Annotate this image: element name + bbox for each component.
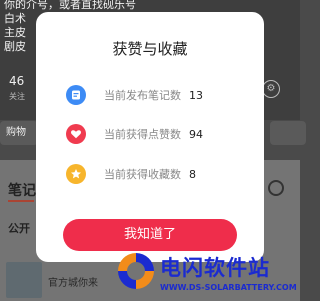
gear-icon[interactable]: ⚙	[262, 80, 280, 98]
likes-count-value: 94	[189, 127, 203, 141]
collections-count-value: 8	[189, 167, 196, 181]
got-it-button[interactable]: 我知道了	[63, 219, 237, 251]
star-icon	[66, 164, 86, 184]
watermark-url: WWW.DS-SOLARBATTERY.COM	[160, 283, 297, 292]
followers-count: 46	[9, 74, 25, 88]
likes-and-collections-dialog: 获赞与收藏 当前发布笔记数 13 当前获得点赞数 94 当前获得收藏数 8 我知…	[36, 12, 264, 262]
notes-count-label: 当前发布笔记数	[104, 89, 181, 102]
collections-count-label: 当前获得收藏数	[104, 168, 181, 181]
dialog-title: 获赞与收藏	[112, 40, 188, 58]
profile-bio-line: 白术	[4, 12, 26, 25]
profile-bio-line: 剧皮	[4, 40, 26, 53]
heart-icon	[66, 124, 86, 144]
followers-label: 关注	[9, 92, 25, 101]
watermark-logo-icon	[115, 250, 157, 292]
notes-count-value: 13	[189, 88, 203, 102]
shop-chip[interactable]: 购物	[0, 121, 38, 145]
public-label: 公开	[8, 222, 30, 235]
note-thumbnail[interactable]	[6, 262, 42, 298]
tab-indicator	[8, 200, 34, 202]
likes-count-label: 当前获得点赞数	[104, 128, 181, 141]
notes-count-row: 当前发布笔记数 13	[66, 85, 203, 105]
note-author: 官方城你来	[48, 278, 98, 289]
chip[interactable]	[270, 121, 306, 145]
tab-notes[interactable]: 笔记	[8, 180, 36, 200]
watermark-name: 电闪软件站	[160, 256, 270, 280]
search-icon[interactable]	[268, 180, 284, 196]
likes-count-row: 当前获得点赞数 94	[66, 124, 203, 144]
profile-bio-line: 你的介号，或者直找砚乐号	[4, 0, 136, 11]
note-icon	[66, 85, 86, 105]
collections-count-row: 当前获得收藏数 8	[66, 164, 196, 184]
profile-bio-line: 主皮	[4, 26, 26, 39]
